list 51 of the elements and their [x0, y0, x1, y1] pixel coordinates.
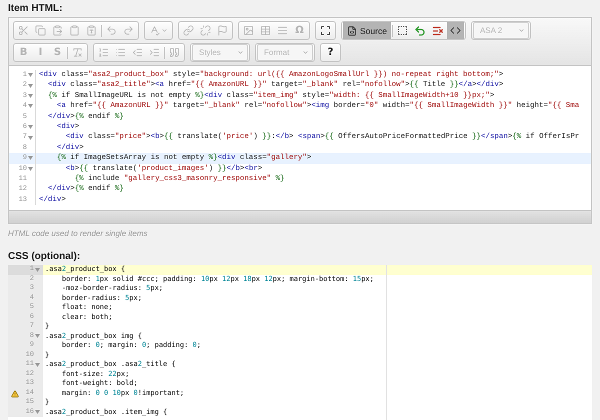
fold-arrow-icon[interactable] — [28, 136, 33, 140]
section-label: CSS (optional): — [8, 250, 82, 263]
help-text: HTML code used to render single items — [8, 229, 148, 238]
fold-arrow-icon[interactable] — [35, 410, 40, 414]
fold-arrow-icon[interactable] — [35, 268, 40, 272]
fold-arrow-icon[interactable] — [28, 84, 33, 88]
unlink-icon — [200, 25, 211, 36]
indent-icon — [149, 47, 160, 58]
html-code-editor[interactable] — [8, 65, 592, 211]
scissors-icon — [18, 25, 29, 36]
dropdown-label: Format — [264, 48, 290, 57]
fold-arrow-icon[interactable] — [28, 166, 33, 171]
caret-icon — [237, 49, 244, 56]
fold-arrow-icon[interactable] — [28, 104, 33, 108]
dropdown-label: Styles — [199, 48, 221, 57]
flag-icon — [217, 25, 228, 36]
source-button[interactable]: Source — [343, 22, 391, 39]
undo-icon — [106, 25, 117, 36]
dashed-square-icon — [396, 25, 408, 36]
lines-icon — [277, 25, 288, 36]
button-label: Source — [360, 26, 387, 36]
fold-arrow-icon[interactable] — [28, 94, 33, 98]
fold-arrow-icon[interactable] — [35, 362, 40, 367]
copy-icon — [35, 25, 46, 36]
code-icon — [450, 25, 461, 36]
paste-icon — [52, 25, 63, 36]
source-icon — [347, 26, 357, 36]
outdent-icon — [132, 47, 143, 58]
quote-icon — [169, 47, 180, 58]
clipboard-icon — [69, 25, 80, 36]
fold-arrow-icon[interactable] — [28, 125, 33, 130]
redo-icon — [123, 25, 134, 36]
numbered-list-icon — [98, 47, 109, 58]
toolbar-button[interactable] — [446, 22, 464, 39]
paste-text-icon — [86, 25, 97, 36]
image-icon — [243, 25, 254, 36]
fold-arrow-icon[interactable] — [28, 73, 33, 78]
fold-arrow-icon[interactable] — [28, 156, 33, 160]
fold-arrow-icon[interactable] — [35, 334, 40, 338]
dropdown-label: ASA 2 — [480, 26, 502, 35]
table-icon — [260, 25, 271, 36]
maximize-icon — [320, 25, 331, 36]
format-button[interactable]: ? — [322, 44, 339, 61]
remove-format-icon — [72, 47, 83, 58]
caret-icon — [161, 27, 168, 34]
link-icon — [183, 25, 194, 36]
spellcheck-icon — [149, 25, 160, 36]
caret-icon — [518, 27, 525, 34]
css-code-editor[interactable] — [8, 265, 592, 420]
caret-icon — [302, 49, 309, 56]
section-label: Item HTML: — [8, 2, 64, 15]
